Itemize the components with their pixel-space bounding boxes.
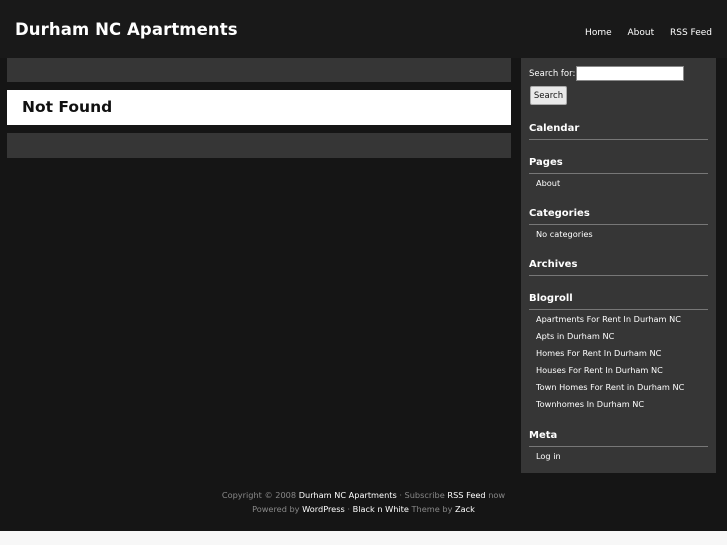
footer-subscribe-text: · Subscribe <box>399 490 445 500</box>
footer-copyright: Copyright © 2008 <box>221 490 297 500</box>
main-nav: Home About RSS Feed <box>572 28 712 38</box>
nav-home-link[interactable]: Home <box>585 28 612 38</box>
content-top-bar <box>7 58 511 82</box>
blogroll-link[interactable]: Houses For Rent In Durham NC <box>536 365 663 375</box>
nav-rss-feed-link[interactable]: RSS Feed <box>670 28 712 38</box>
footer-theme-by: Theme by <box>411 504 453 514</box>
sidebar: Search for: Search Calendar Pages About … <box>521 58 716 473</box>
footer-wordpress-link[interactable]: WordPress <box>302 504 345 514</box>
nav-about-link[interactable]: About <box>628 28 655 38</box>
footer-line-2: Powered by WordPress · Black n White The… <box>0 502 727 516</box>
blogroll-link[interactable]: Townhomes In Durham NC <box>536 399 644 409</box>
meta-login-link[interactable]: Log in <box>536 451 561 461</box>
not-found-box: Not Found <box>7 90 511 125</box>
header: Durham NC Apartments Home About RSS Feed <box>0 0 727 58</box>
not-found-heading: Not Found <box>22 98 113 116</box>
footer-author-link[interactable]: Zack <box>455 504 475 514</box>
content-bottom-bar <box>7 133 511 158</box>
site-title[interactable]: Durham NC Apartments <box>15 20 238 39</box>
search-input[interactable] <box>576 66 684 81</box>
meta-heading: Meta <box>529 430 708 447</box>
categories-empty: No categories <box>536 229 593 239</box>
footer: Copyright © 2008 Durham NC Apartments · … <box>0 488 727 516</box>
calendar-heading: Calendar <box>529 123 708 140</box>
footer-line-1: Copyright © 2008 Durham NC Apartments · … <box>0 488 727 502</box>
archives-heading: Archives <box>529 259 708 276</box>
footer-separator: · <box>347 504 350 514</box>
blogroll-link[interactable]: Town Homes For Rent in Durham NC <box>536 382 684 392</box>
blogroll-heading: Blogroll <box>529 293 708 310</box>
blogroll-link[interactable]: Apts in Durham NC <box>536 331 614 341</box>
blogroll-link[interactable]: Apartments For Rent In Durham NC <box>536 314 681 324</box>
page: Durham NC Apartments Home About RSS Feed… <box>0 0 727 531</box>
pages-item-about[interactable]: About <box>536 178 560 188</box>
footer-powered-by: Powered by <box>252 504 300 514</box>
search-button[interactable]: Search <box>530 86 567 105</box>
categories-heading: Categories <box>529 208 708 225</box>
blogroll-link[interactable]: Homes For Rent In Durham NC <box>536 348 661 358</box>
footer-rss-link[interactable]: RSS Feed <box>447 490 485 500</box>
footer-theme-link[interactable]: Black n White <box>353 504 409 514</box>
search-label: Search for: <box>529 69 576 79</box>
pages-heading: Pages <box>529 157 708 174</box>
footer-now-text: now <box>488 490 506 500</box>
footer-site-link[interactable]: Durham NC Apartments <box>299 490 397 500</box>
